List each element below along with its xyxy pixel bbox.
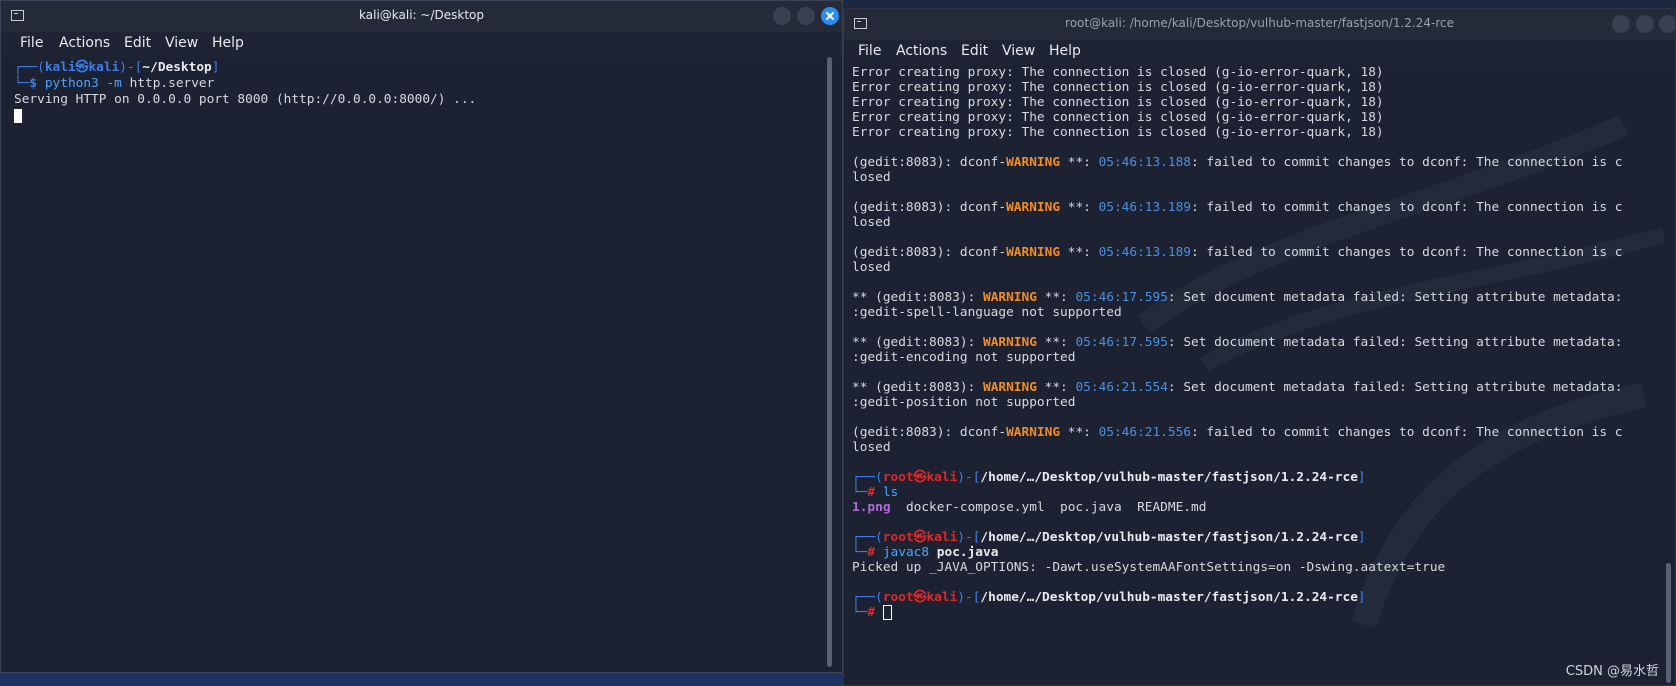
command-line: └─# ls [852, 485, 899, 500]
cursor-line [14, 108, 22, 124]
menu-edit[interactable]: Edit [961, 43, 988, 59]
warning-line: ** (gedit:8083): WARNING **: 05:46:17.59… [852, 290, 1623, 305]
command-line[interactable]: └─# [852, 605, 892, 621]
terminal-area[interactable]: ┌──(kali㉿kali)-[~/Desktop] └─$ python3 -… [1, 57, 842, 672]
prompt-line: ┌──(root㉿kali)-[/home/…/Desktop/vulhub-m… [852, 530, 1366, 545]
error-line: Error creating proxy: The connection is … [852, 125, 1384, 140]
menu-edit[interactable]: Edit [124, 35, 151, 51]
menu-file[interactable]: File [858, 43, 881, 59]
command-line: └─$ python3 -m http.server [14, 76, 215, 91]
java-output: Picked up _JAVA_OPTIONS: -Dawt.useSystem… [852, 560, 1446, 575]
text-cursor [882, 605, 892, 620]
error-line: Error creating proxy: The connection is … [852, 80, 1384, 95]
terminal-window-right[interactable]: root@kali: /home/kali/Desktop/vulhub-mas… [843, 8, 1676, 686]
menu-bar: File Actions Edit View Help [1, 32, 842, 57]
terminal-area[interactable]: Error creating proxy: The connection is … [844, 65, 1675, 685]
close-button[interactable] [821, 7, 839, 25]
warning-continuation: losed [852, 215, 891, 230]
warning-continuation: losed [852, 260, 891, 275]
title-bar[interactable]: kali@kali: ~/Desktop [1, 1, 842, 32]
prompt-line: ┌──(kali㉿kali)-[~/Desktop] [14, 60, 220, 75]
window-title: kali@kali: ~/Desktop [359, 8, 484, 22]
prompt-line: ┌──(root㉿kali)-[/home/…/Desktop/vulhub-m… [852, 470, 1366, 485]
warning-continuation: losed [852, 440, 891, 455]
menu-help[interactable]: Help [1049, 43, 1081, 59]
prompt-line: ┌──(root㉿kali)-[/home/…/Desktop/vulhub-m… [852, 590, 1366, 605]
scrollbar[interactable] [827, 57, 832, 667]
warning-continuation: :gedit-position not supported [852, 395, 1076, 410]
scrollbar[interactable] [1666, 563, 1671, 683]
error-line: Error creating proxy: The connection is … [852, 95, 1384, 110]
menu-help[interactable]: Help [212, 35, 244, 51]
terminal-window-left[interactable]: kali@kali: ~/Desktop File Actions Edit V… [0, 0, 843, 673]
warning-line: ** (gedit:8083): WARNING **: 05:46:21.55… [852, 380, 1623, 395]
warning-continuation: :gedit-encoding not supported [852, 350, 1076, 365]
warning-continuation: :gedit-spell-language not supported [852, 305, 1122, 320]
error-line: Error creating proxy: The connection is … [852, 65, 1384, 80]
minimize-button[interactable] [773, 7, 791, 25]
csdn-watermark: CSDN @易水哲 [1565, 664, 1659, 679]
menu-actions[interactable]: Actions [896, 43, 947, 59]
maximize-button[interactable] [1636, 15, 1654, 33]
maximize-button[interactable] [797, 7, 815, 25]
server-output: Serving HTTP on 0.0.0.0 port 8000 (http:… [14, 92, 477, 107]
warning-line: (gedit:8083): dconf-WARNING **: 05:46:13… [852, 155, 1623, 170]
error-line: Error creating proxy: The connection is … [852, 110, 1384, 125]
warning-continuation: losed [852, 170, 891, 185]
menu-file[interactable]: File [20, 35, 43, 51]
ls-output: 1.png docker-compose.yml poc.java README… [852, 500, 1207, 515]
warning-line: (gedit:8083): dconf-WARNING **: 05:46:13… [852, 200, 1623, 215]
command-line: └─# javac8 poc.java [852, 545, 999, 560]
warning-line: (gedit:8083): dconf-WARNING **: 05:46:21… [852, 425, 1623, 440]
menu-view[interactable]: View [1002, 43, 1035, 59]
minimize-button[interactable] [1612, 15, 1630, 33]
menu-view[interactable]: View [165, 35, 198, 51]
warning-line: (gedit:8083): dconf-WARNING **: 05:46:13… [852, 245, 1623, 260]
warning-line: ** (gedit:8083): WARNING **: 05:46:17.59… [852, 335, 1623, 350]
window-title: root@kali: /home/kali/Desktop/vulhub-mas… [1065, 16, 1454, 30]
menu-bar: File Actions Edit View Help [844, 40, 1675, 65]
menu-actions[interactable]: Actions [59, 35, 110, 51]
title-bar[interactable]: root@kali: /home/kali/Desktop/vulhub-mas… [844, 9, 1675, 40]
text-cursor [14, 108, 22, 123]
close-button[interactable] [1659, 15, 1675, 33]
